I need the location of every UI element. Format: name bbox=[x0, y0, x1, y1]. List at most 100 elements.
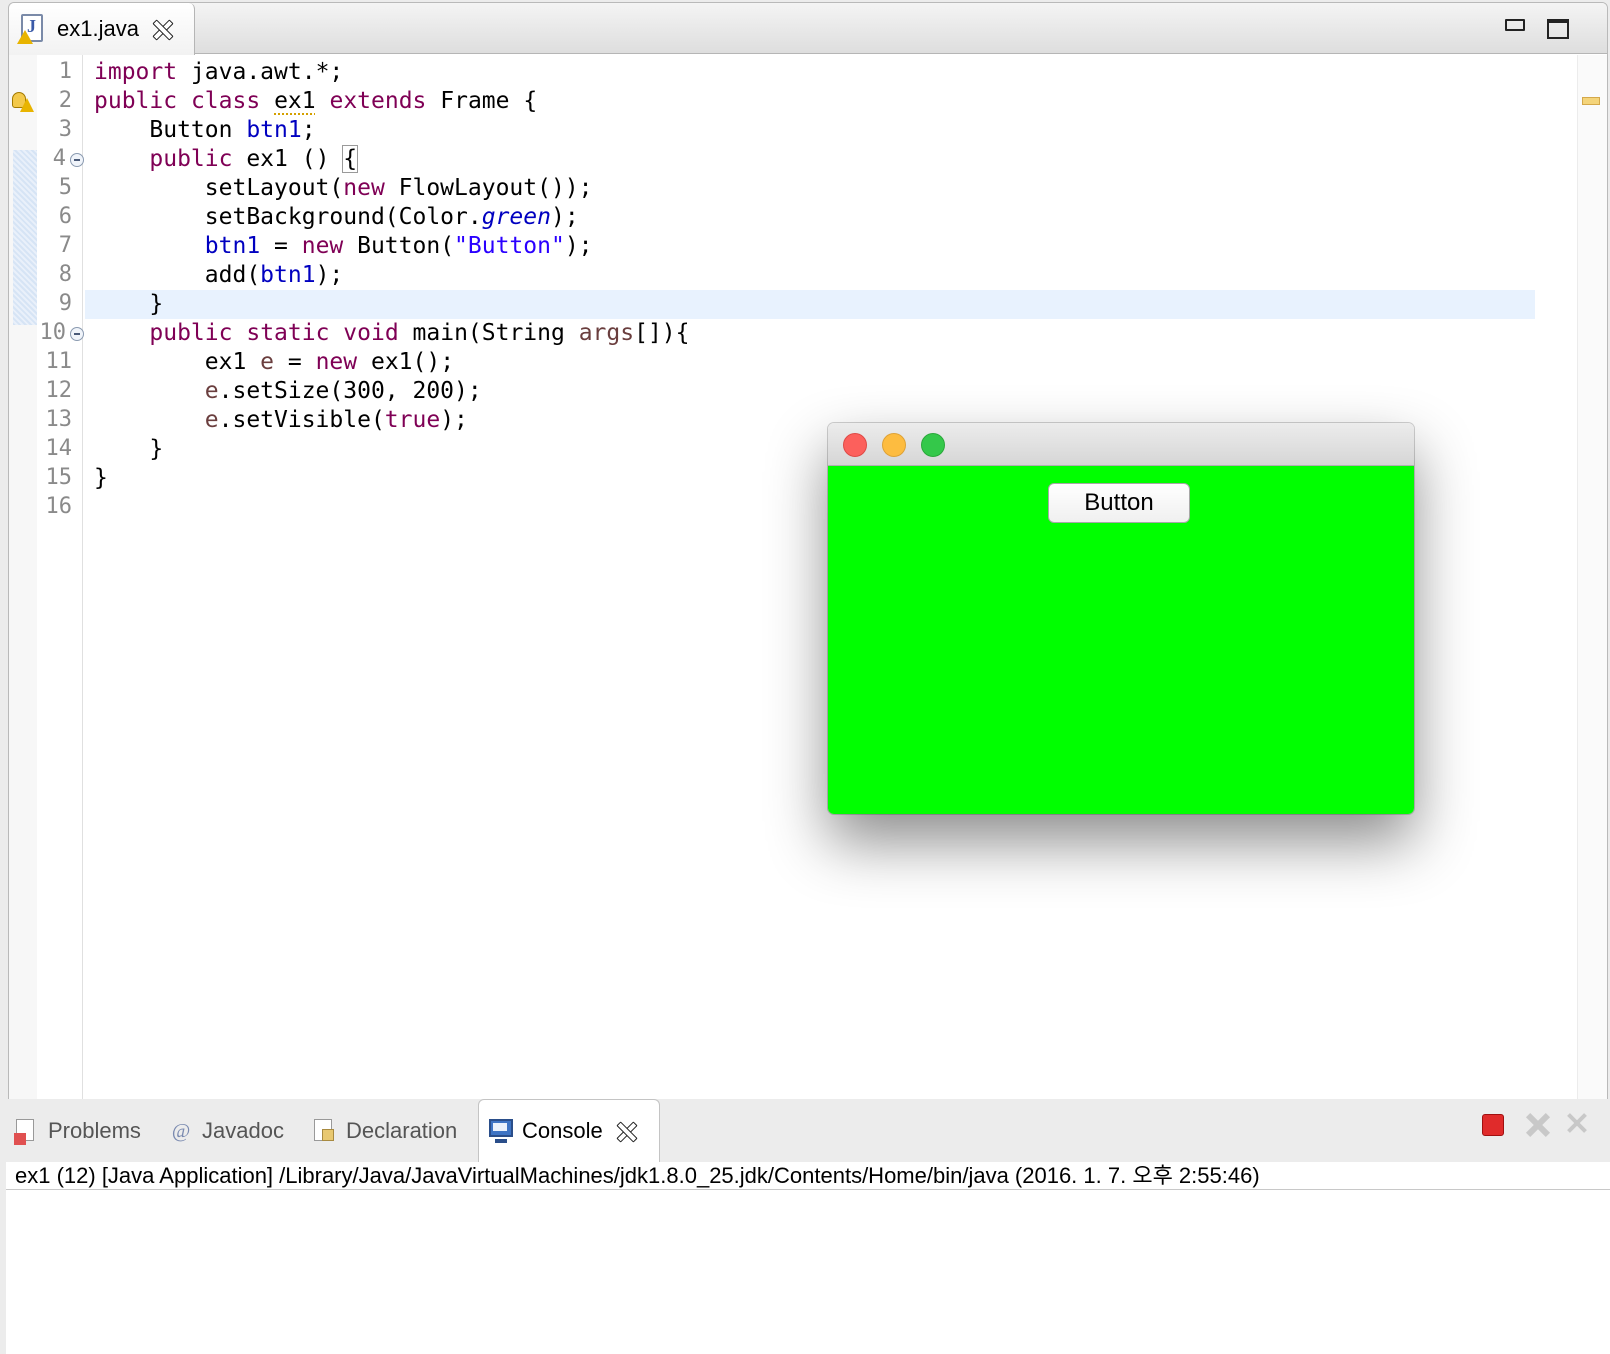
console-icon bbox=[488, 1117, 514, 1145]
line-number: 4 bbox=[52, 146, 66, 171]
field-name: btn1 bbox=[94, 233, 261, 259]
code-text: .setSize(300, 200); bbox=[218, 378, 482, 404]
code-text: add( bbox=[94, 262, 261, 288]
keyword: public bbox=[94, 320, 233, 346]
tab-label: Console bbox=[522, 1118, 603, 1143]
code-line: public class ex1 extends Frame { bbox=[94, 88, 537, 117]
code-text: ex1(); bbox=[357, 349, 455, 375]
frame-content: Button bbox=[828, 466, 1414, 814]
line-number: 13 bbox=[45, 407, 73, 432]
local-variable: e bbox=[260, 349, 275, 375]
tab-javadoc[interactable]: @ Javadoc bbox=[168, 1099, 284, 1162]
keyword: class bbox=[190, 88, 261, 114]
close-icon[interactable] bbox=[151, 18, 173, 40]
maximize-view-button[interactable] bbox=[1547, 19, 1569, 39]
code-text: FlowLayout()); bbox=[384, 175, 593, 201]
line-number: 10 bbox=[39, 320, 67, 345]
code-text: = bbox=[274, 349, 316, 375]
code-text: ex1 () bbox=[232, 146, 344, 172]
static-field: green bbox=[481, 204, 551, 230]
line-number: 11 bbox=[45, 349, 73, 374]
minimize-view-button[interactable] bbox=[1505, 19, 1525, 31]
code-line: ex1 e = new ex1(); bbox=[94, 349, 454, 378]
editor-tab-bar: J ex1.java bbox=[9, 3, 1607, 55]
tab-declaration[interactable]: Declaration bbox=[312, 1099, 457, 1162]
parameter-name: args bbox=[578, 320, 635, 346]
code-line: Button btn1; bbox=[94, 117, 316, 146]
code-line: btn1 = new Button("Button"); bbox=[94, 233, 593, 262]
tab-problems[interactable]: Problems bbox=[14, 1099, 141, 1162]
window-close-button[interactable] bbox=[843, 433, 867, 457]
code-text: = bbox=[260, 233, 302, 259]
code-text: .setVisible( bbox=[218, 407, 385, 433]
window-title-bar[interactable] bbox=[828, 423, 1414, 466]
keyword: void bbox=[343, 320, 399, 346]
code-text: Button bbox=[94, 117, 247, 143]
keyword: extends bbox=[329, 88, 427, 114]
code-line: add(btn1); bbox=[94, 262, 344, 291]
field-name: btn1 bbox=[246, 117, 302, 143]
tab-console[interactable]: Console bbox=[478, 1099, 660, 1162]
code-text: Button( bbox=[343, 233, 455, 259]
code-line: } bbox=[94, 291, 164, 317]
fold-collapse-icon[interactable] bbox=[70, 327, 84, 341]
code-text: ; bbox=[301, 117, 316, 143]
tab-label: Javadoc bbox=[202, 1117, 284, 1143]
fold-collapse-icon[interactable] bbox=[70, 153, 84, 167]
remove-launch-icon[interactable] bbox=[1524, 1111, 1552, 1139]
code-text: setLayout( bbox=[94, 175, 344, 201]
code-text: main(String bbox=[398, 320, 579, 346]
keyword: import bbox=[94, 59, 178, 85]
console-process-label: ex1 (12) [Java Application] /Library/Jav… bbox=[6, 1162, 1610, 1190]
awt-button[interactable]: Button bbox=[1048, 483, 1190, 523]
line-number: 3 bbox=[58, 117, 72, 142]
code-line: public ex1 () { bbox=[94, 145, 359, 175]
line-number: 2 bbox=[58, 88, 72, 113]
overview-warning-marker[interactable] bbox=[1582, 97, 1600, 105]
class-name-warning: ex1 bbox=[274, 88, 316, 114]
code-line: } bbox=[94, 465, 108, 491]
java-app-window: Button bbox=[828, 423, 1414, 814]
warning-lightbulb-icon[interactable] bbox=[12, 92, 34, 114]
keyword: public bbox=[94, 146, 233, 172]
code-text: ); bbox=[550, 204, 579, 230]
line-number: 16 bbox=[45, 494, 73, 519]
keyword: static bbox=[246, 320, 330, 346]
line-number: 8 bbox=[58, 262, 72, 287]
remove-all-terminated-icon[interactable] bbox=[1566, 1111, 1590, 1139]
keyword: new bbox=[301, 233, 344, 259]
line-number: 1 bbox=[58, 59, 72, 84]
line-number: 5 bbox=[58, 175, 72, 200]
string-literal: "Button" bbox=[454, 233, 565, 259]
current-line-highlight bbox=[85, 290, 1535, 319]
close-icon[interactable] bbox=[615, 1120, 637, 1142]
terminate-button[interactable] bbox=[1482, 1114, 1504, 1136]
field-name: btn1 bbox=[260, 262, 316, 288]
code-line: e.setVisible(true); bbox=[94, 407, 468, 436]
editor-tab-ex1-java[interactable]: J ex1.java bbox=[9, 3, 195, 55]
keyword: new bbox=[315, 349, 358, 375]
problems-icon bbox=[14, 1117, 40, 1145]
line-number: 9 bbox=[58, 291, 72, 316]
window-minimize-button[interactable] bbox=[882, 433, 906, 457]
line-number-ruler: 1 2 3 4 5 6 7 8 9 10 11 12 13 14 15 16 bbox=[37, 55, 84, 1113]
code-line: public static void main(String args[]){ bbox=[94, 320, 689, 349]
code-text: setBackground(Color. bbox=[94, 204, 482, 230]
line-number: 15 bbox=[45, 465, 73, 490]
javadoc-icon: @ bbox=[171, 1119, 191, 1142]
tab-label: Declaration bbox=[346, 1117, 458, 1143]
code-text: Frame { bbox=[426, 88, 538, 114]
keyword: public bbox=[94, 88, 178, 114]
overview-ruler[interactable] bbox=[1577, 55, 1607, 1113]
declaration-icon bbox=[312, 1117, 338, 1145]
local-variable: e bbox=[94, 407, 219, 433]
window-zoom-button[interactable] bbox=[921, 433, 945, 457]
line-number: 12 bbox=[45, 378, 73, 403]
editor-tab-label: ex1.java bbox=[57, 16, 139, 41]
code-text: ex1 bbox=[94, 349, 261, 375]
local-variable: e bbox=[94, 378, 219, 404]
bottom-tab-bar: Problems @ Javadoc Declaration Console bbox=[6, 1099, 1610, 1162]
code-text: []){ bbox=[634, 320, 690, 346]
matching-bracket: { bbox=[342, 145, 359, 173]
keyword: true bbox=[384, 407, 441, 433]
